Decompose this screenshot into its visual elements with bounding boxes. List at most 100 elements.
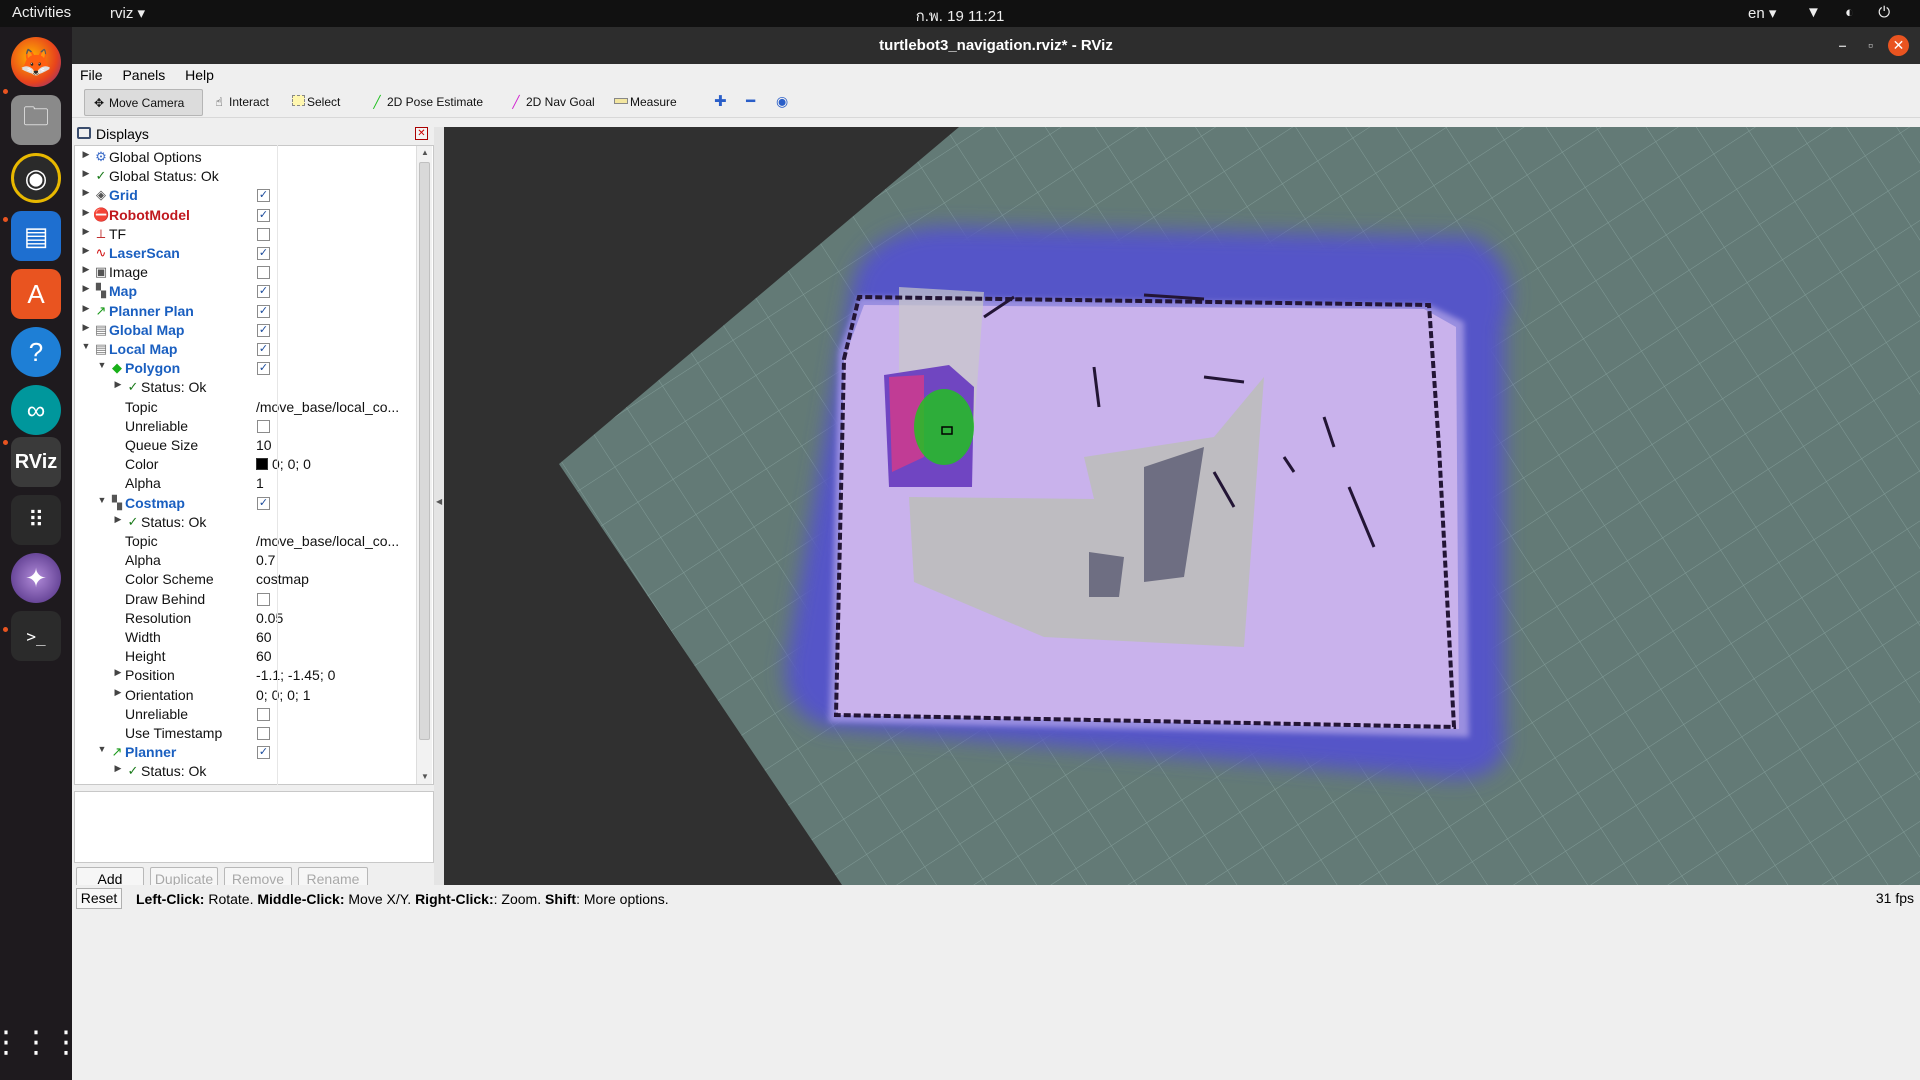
display-row[interactable]: ▶ ✓ Status: Ok — [75, 378, 415, 397]
terminal-icon[interactable]: >_ — [11, 611, 61, 661]
display-row[interactable]: ▶ ▤ Global Map ✓ — [75, 321, 415, 340]
select-button[interactable]: Select — [286, 89, 346, 116]
keyboard-layout-indicator[interactable]: en ▾ — [1748, 4, 1776, 22]
3d-viewport[interactable] — [444, 127, 1920, 885]
rviz-icon[interactable]: RViz — [11, 437, 61, 487]
display-property-value[interactable]: -1.1; -1.45; 0 — [256, 667, 414, 683]
display-row[interactable]: Topic/move_base/DWAPla... — [75, 782, 415, 784]
display-row[interactable]: Draw Behind — [75, 590, 415, 609]
expand-arrow-icon[interactable]: ▶ — [81, 322, 91, 333]
display-checkbox[interactable]: ✓ — [257, 343, 270, 356]
display-row[interactable]: Alpha 1 — [75, 474, 415, 493]
display-checkbox[interactable] — [257, 727, 270, 740]
app-icon[interactable]: ✦ — [11, 553, 61, 603]
display-row[interactable]: ▶ Position -1.1; -1.45; 0 — [75, 666, 415, 685]
clock[interactable]: ก.พ. 19 11:21 — [0, 4, 1920, 28]
rhythmbox-icon[interactable]: ◉ — [11, 153, 61, 203]
firefox-icon[interactable]: 🦊 — [11, 37, 61, 87]
collapse-arrow-icon[interactable]: ▼ — [81, 341, 91, 351]
display-row[interactable]: ▶ ▚ Map ✓ — [75, 282, 415, 301]
move-camera-button[interactable]: ✥ Move Camera — [84, 89, 203, 116]
display-checkbox[interactable] — [257, 592, 270, 606]
view-options-icon[interactable]: ◉ — [770, 89, 794, 116]
nav-goal-button[interactable]: ╱ 2D Nav Goal — [502, 89, 601, 116]
app-center-icon[interactable]: A — [11, 269, 61, 319]
measure-button[interactable]: Measure — [608, 89, 683, 116]
display-property-value[interactable]: 0.05 — [256, 610, 414, 626]
display-row[interactable]: Use Timestamp — [75, 724, 415, 743]
expand-arrow-icon[interactable]: ▶ — [81, 264, 91, 275]
expand-arrow-icon[interactable]: ▶ — [81, 226, 91, 237]
arduino-icon[interactable]: ∞ — [11, 385, 61, 435]
display-row[interactable]: Topic/move_base/local_co... — [75, 532, 415, 551]
display-row[interactable]: ▶ ⛔ RobotModel ✓ — [75, 206, 415, 225]
display-checkbox[interactable]: ✓ — [257, 362, 270, 376]
display-row[interactable]: Width 60 — [75, 628, 415, 647]
display-row[interactable]: ▶ ✓ Global Status: Ok — [75, 167, 415, 186]
display-checkbox[interactable]: ✓ — [257, 323, 270, 337]
display-checkbox[interactable]: ✓ — [257, 746, 270, 760]
help-icon[interactable]: ? — [11, 327, 61, 377]
expand-arrow-icon[interactable]: ▶ — [113, 763, 123, 774]
display-row[interactable]: ▼ ↗ Planner ✓ — [75, 743, 415, 762]
display-row[interactable]: Height 60 — [75, 647, 415, 666]
display-property-value[interactable]: 60 — [256, 629, 414, 645]
panel-splitter[interactable]: ◀ — [434, 127, 444, 885]
display-row[interactable]: ▶ ▣ Image — [75, 263, 415, 282]
display-property-value[interactable]: /move_base/local_co... — [256, 533, 414, 549]
display-row[interactable]: Queue Size 10 — [75, 436, 415, 455]
close-icon[interactable]: ✕ — [1888, 35, 1909, 56]
display-row[interactable]: Color Scheme costmap — [75, 570, 415, 589]
add-tool-icon[interactable]: ✚ — [708, 89, 733, 116]
display-property-value[interactable]: 1 — [256, 475, 414, 491]
display-row[interactable]: ▶ ⚙ Global Options — [75, 148, 415, 167]
files-icon[interactable]: 🗀 — [11, 95, 61, 145]
display-checkbox[interactable] — [257, 266, 270, 280]
scroll-down-icon[interactable]: ▼ — [417, 770, 433, 784]
panel-close-icon[interactable]: ✕ — [415, 127, 428, 140]
display-checkbox[interactable]: ✓ — [257, 247, 270, 260]
display-property-value[interactable]: /move_base/local_co... — [256, 399, 414, 415]
expand-arrow-icon[interactable]: ▶ — [81, 187, 91, 198]
display-row[interactable]: ▶ ∿ LaserScan ✓ — [75, 244, 415, 263]
maximize-icon[interactable]: ▫ — [1860, 35, 1881, 56]
interact-button[interactable]: ☝ Interact — [205, 89, 275, 116]
display-checkbox[interactable]: ✓ — [257, 304, 270, 318]
minimize-icon[interactable]: – — [1832, 35, 1853, 56]
menu-file[interactable]: File — [72, 64, 111, 83]
remove-tool-icon[interactable]: ━ — [740, 89, 761, 116]
display-property-value[interactable]: 10 — [256, 437, 414, 453]
display-row[interactable]: Color 0; 0; 0 — [75, 455, 415, 474]
display-checkbox[interactable]: ✓ — [257, 285, 270, 299]
display-row[interactable]: ▶ Orientation 0; 0; 0; 1 — [75, 686, 415, 705]
collapse-arrow-icon[interactable]: ▼ — [97, 360, 107, 370]
displays-tree[interactable]: ▶ ⚙ Global Options ▶ ✓ Global Status: Ok ▶ ◈ Gri… — [74, 145, 434, 785]
expand-arrow-icon[interactable]: ▶ — [81, 245, 91, 256]
expand-arrow-icon[interactable]: ▶ — [113, 667, 123, 678]
expand-arrow-icon[interactable]: ▶ — [113, 379, 123, 390]
menu-panels[interactable]: Panels — [114, 64, 173, 83]
display-row[interactable]: ▶ ✓ Status: Ok — [75, 513, 415, 532]
display-checkbox[interactable]: ✓ — [257, 208, 270, 222]
expand-arrow-icon[interactable]: ▶ — [81, 207, 91, 218]
displays-scrollbar[interactable]: ▲ ▼ — [416, 146, 432, 784]
display-row[interactable]: Resolution 0.05 — [75, 609, 415, 628]
reset-button[interactable]: Reset — [76, 888, 122, 909]
scrollbar-thumb[interactable] — [419, 162, 430, 740]
display-checkbox[interactable]: ✓ — [257, 189, 270, 203]
apps-grid-icon[interactable]: ⠿ — [11, 495, 61, 545]
app-menu[interactable]: rviz ▾ — [110, 4, 145, 22]
display-row[interactable]: ▼ ◆ Polygon ✓ — [75, 359, 415, 378]
display-property-value[interactable]: 60 — [256, 648, 414, 664]
display-row[interactable]: Alpha 0.7 — [75, 551, 415, 570]
display-checkbox[interactable] — [257, 227, 270, 241]
expand-arrow-icon[interactable]: ▶ — [81, 149, 91, 160]
display-property-value[interactable]: 0; 0; 0; 1 — [256, 687, 414, 703]
activities-button[interactable]: Activities — [12, 4, 71, 21]
expand-arrow-icon[interactable]: ▶ — [113, 514, 123, 525]
scroll-up-icon[interactable]: ▲ — [417, 146, 433, 160]
display-row[interactable]: Unreliable — [75, 705, 415, 724]
display-checkbox[interactable] — [257, 707, 270, 721]
display-row[interactable]: ▶ ⟂ TF — [75, 225, 415, 244]
display-row[interactable]: ▼ ▤ Local Map ✓ — [75, 340, 415, 359]
